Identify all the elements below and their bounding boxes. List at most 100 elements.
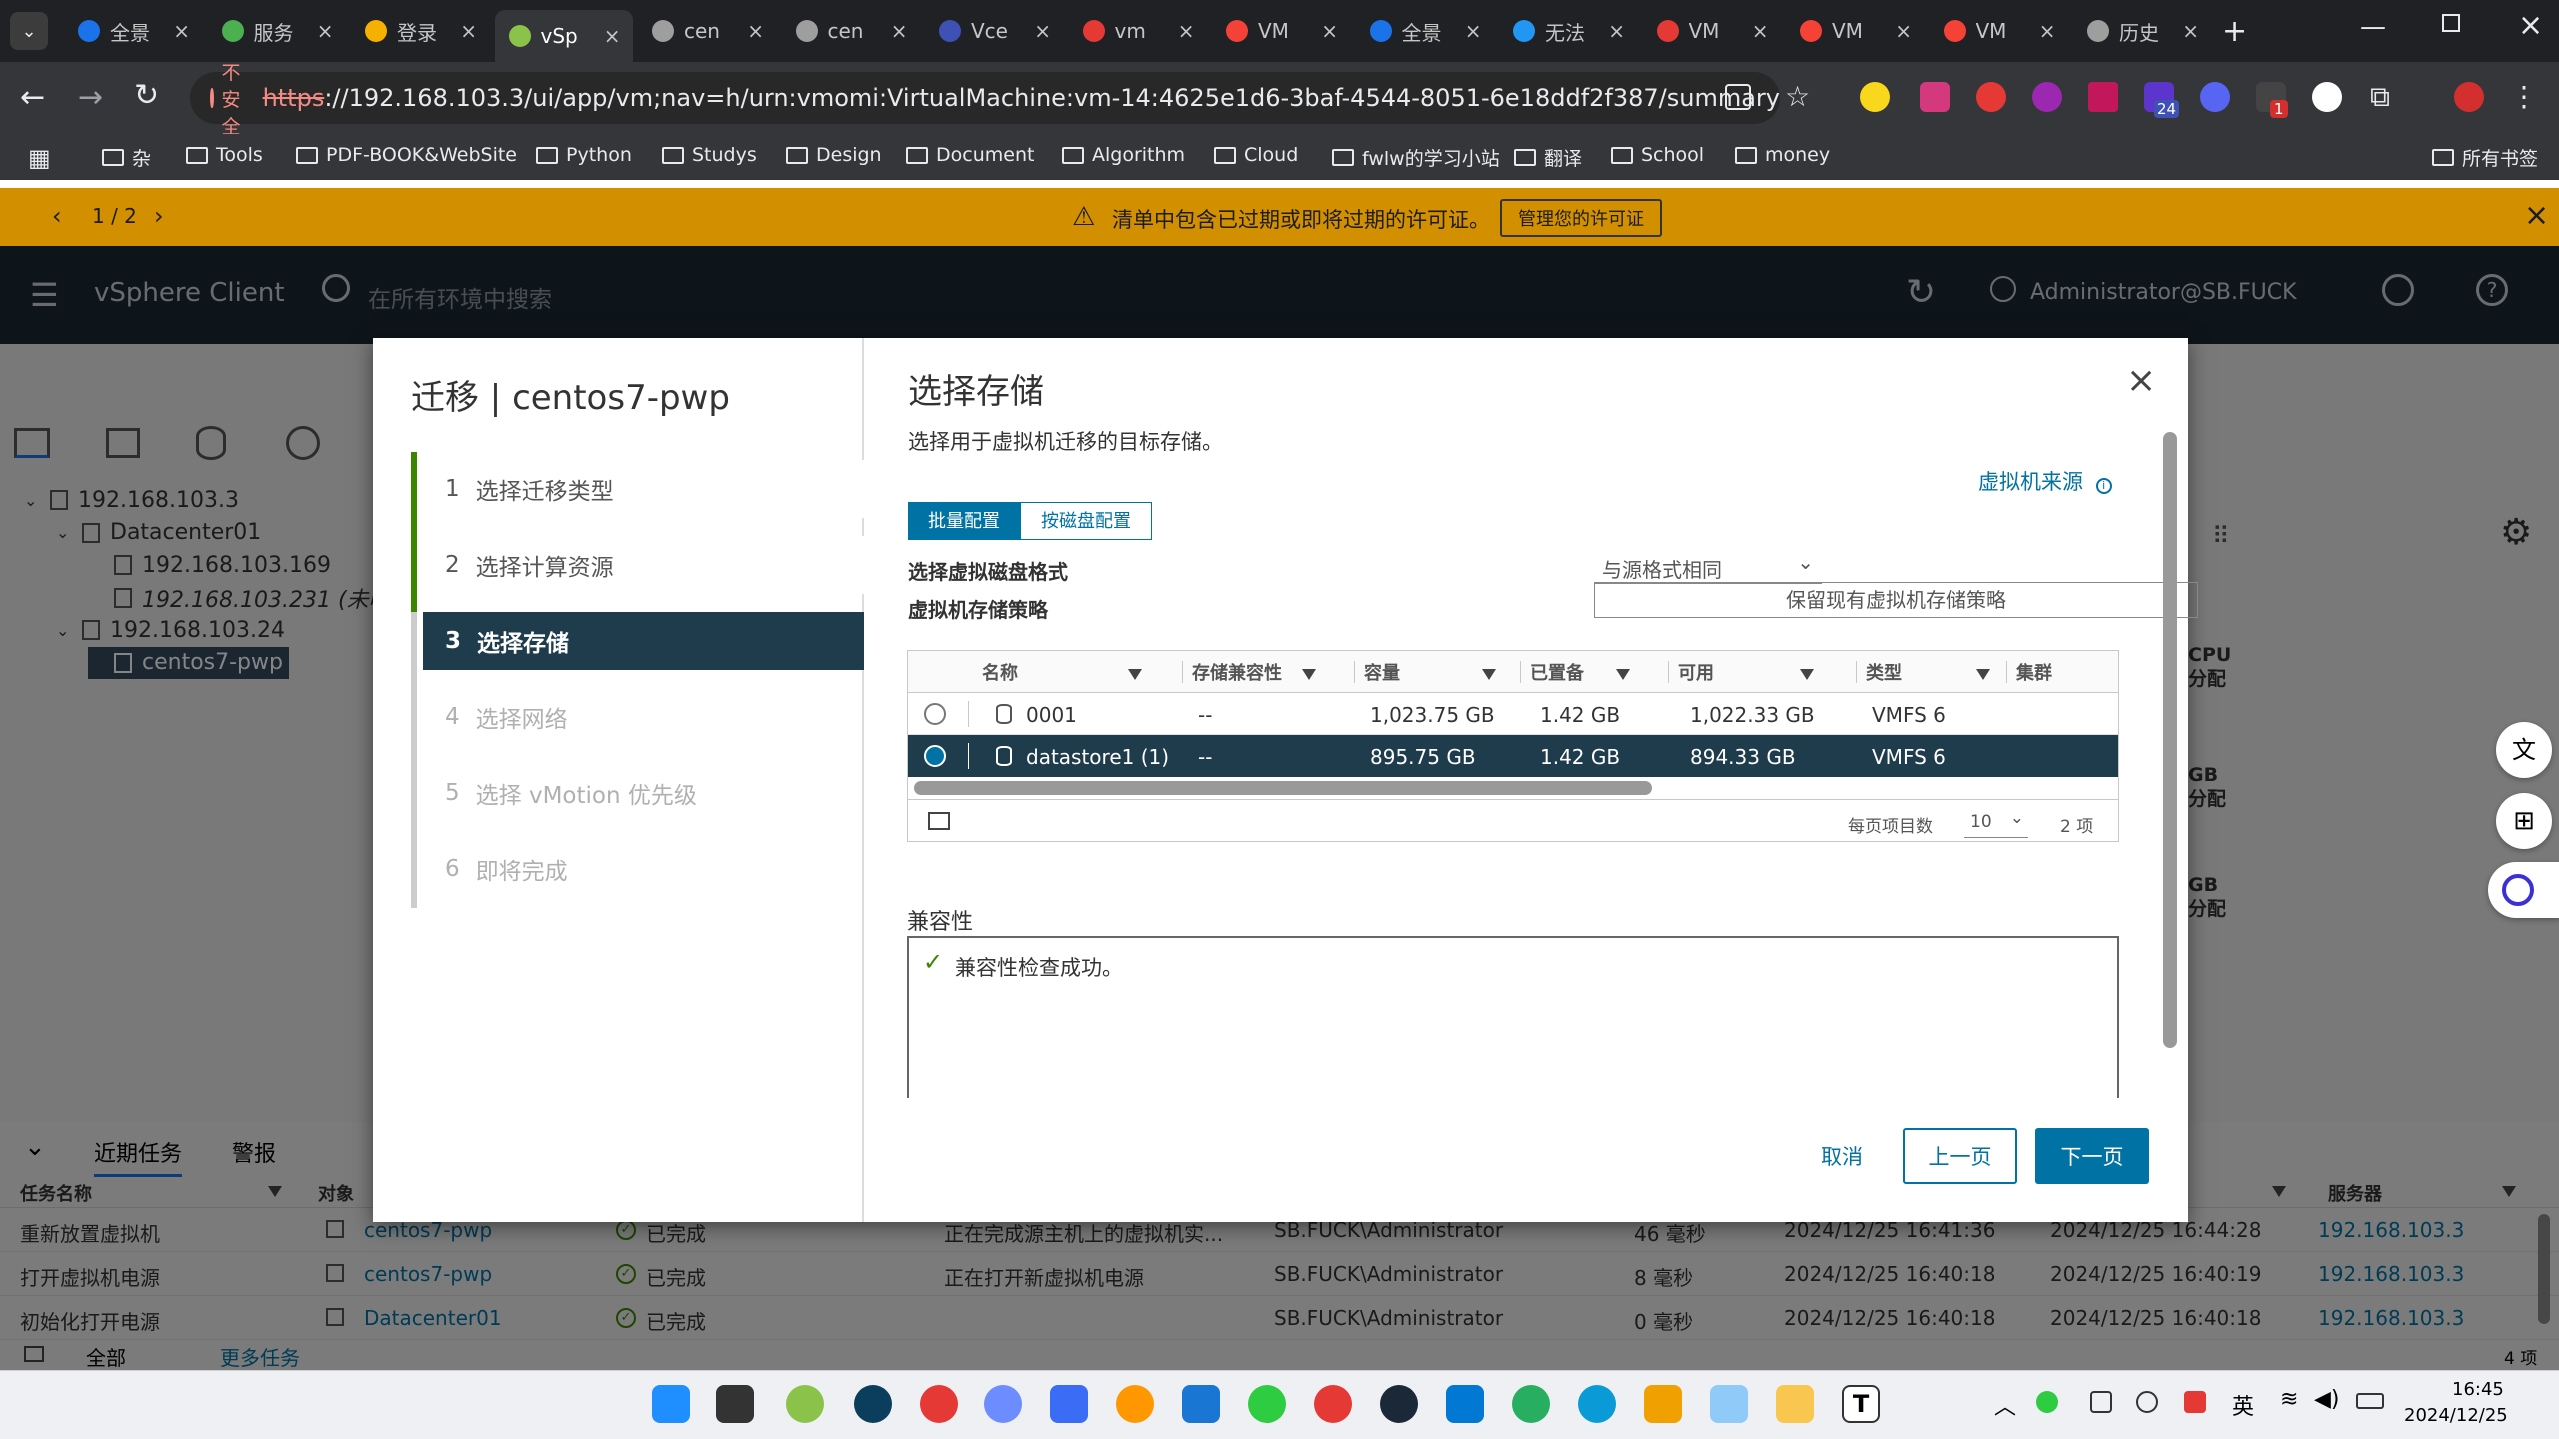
column-header[interactable]: 可用 — [1678, 651, 1822, 693]
column-separator[interactable] — [1354, 661, 1355, 683]
browser-tab[interactable]: vm × — [1069, 10, 1207, 52]
tab-close-icon[interactable]: × — [891, 19, 908, 43]
wechat-app-icon[interactable] — [1248, 1385, 1286, 1423]
tab-close-icon[interactable]: × — [2039, 19, 2056, 43]
translate-page-icon[interactable] — [1725, 84, 1751, 110]
floating-apps-button[interactable]: ⊞ — [2496, 793, 2552, 849]
compass-extension-icon[interactable] — [2312, 82, 2342, 112]
row-radio-button[interactable] — [924, 745, 946, 767]
tab-close-icon[interactable]: × — [1178, 19, 1195, 43]
new-tab-button[interactable]: + — [2222, 14, 2247, 49]
bookmark-folder[interactable]: Design — [786, 144, 882, 166]
restore-button[interactable] — [2442, 14, 2460, 32]
banner-next-icon[interactable]: › — [154, 202, 164, 230]
column-separator[interactable] — [1856, 661, 1857, 683]
translate-extension-icon[interactable] — [1920, 82, 1950, 112]
steam-app-icon[interactable] — [1380, 1385, 1418, 1423]
forward-icon[interactable]: → — [78, 80, 103, 115]
column-separator[interactable] — [1520, 661, 1521, 683]
bookmark-star-icon[interactable]: ☆ — [1785, 80, 1810, 113]
manage-license-button[interactable]: 管理您的许可证 — [1500, 199, 1662, 237]
column-header[interactable]: 容量 — [1364, 651, 1504, 693]
datastore-row[interactable]: datastore1 (1) -- 895.75 GB 1.42 GB 894.33 G… — [908, 735, 2118, 777]
clock-time[interactable]: 16:45 — [2452, 1379, 2504, 1400]
tab-close-icon[interactable]: × — [317, 19, 334, 43]
content-scrollbar[interactable] — [2163, 432, 2177, 1048]
bookmark-folder[interactable]: PDF-BOOK&WebSite — [296, 144, 517, 166]
browser-tab[interactable]: 全景 × — [64, 10, 202, 52]
bookmark-folder[interactable]: Document — [906, 144, 1034, 166]
battery-icon[interactable] — [2356, 1393, 2384, 1409]
wizard-step-2[interactable]: 2 选择计算资源 — [423, 536, 876, 594]
bookmark-folder[interactable]: Cloud — [1214, 144, 1298, 166]
apps-grid-icon[interactable]: ▦ — [28, 144, 51, 172]
tray-wechat-icon[interactable] — [2036, 1391, 2058, 1413]
tab-close-icon[interactable]: × — [604, 24, 621, 48]
purple-extension-icon[interactable] — [2032, 82, 2062, 112]
close-window-button[interactable]: × — [2518, 8, 2543, 43]
browser-tab[interactable]: vSp × — [494, 10, 633, 62]
storage-policy-select[interactable]: 保留现有虚拟机存储策略 ⌄ — [1594, 582, 2198, 618]
search-app-icon[interactable] — [1116, 1385, 1154, 1423]
browser-tab[interactable]: VM × — [1930, 10, 2068, 52]
bot-extension-icon[interactable] — [2200, 82, 2230, 112]
start-windows-icon[interactable] — [652, 1385, 690, 1423]
netease-music-app-icon[interactable] — [1314, 1385, 1352, 1423]
reload-icon[interactable]: ↻ — [134, 78, 159, 113]
clock-date[interactable]: 2024/12/25 — [2404, 1405, 2508, 1426]
copilot-app-icon[interactable] — [984, 1385, 1022, 1423]
tray-sync-icon[interactable] — [2136, 1391, 2158, 1413]
tray-chevron-up-icon[interactable]: ︿ — [1994, 1389, 2016, 1421]
browser-tab[interactable]: 服务 × — [208, 10, 346, 52]
next-button[interactable]: 下一页 — [2035, 1128, 2149, 1184]
filter-icon[interactable] — [1968, 663, 1990, 684]
browser-tab[interactable]: cen × — [782, 10, 920, 52]
tab-close-icon[interactable]: × — [2182, 19, 2199, 43]
vm-origin-link[interactable]: 虚拟机来源 i — [1978, 466, 2112, 496]
bookmark-folder[interactable]: Algorithm — [1062, 144, 1185, 166]
filter-icon[interactable] — [1294, 663, 1316, 684]
browser-tab[interactable]: Vce × — [925, 10, 1063, 52]
browser-tab[interactable]: 历史 × — [2073, 10, 2211, 52]
filter-icon[interactable] — [1120, 663, 1142, 684]
chat-app-icon[interactable] — [786, 1385, 824, 1423]
bookmark-folder[interactable]: money — [1735, 144, 1830, 166]
cancel-button[interactable]: 取消 — [1787, 1128, 1897, 1184]
tab-close-icon[interactable]: × — [1895, 19, 1912, 43]
wizard-step-1[interactable]: 1 选择迁移类型 — [423, 460, 876, 518]
tab-per-disk-config[interactable]: 按磁盘配置 — [1020, 502, 1152, 540]
tray-security-icon[interactable] — [2184, 1391, 2206, 1413]
omnibox[interactable]: 不安全 https ://192.168.103.3/ui/app/vm;nav… — [190, 62, 1810, 138]
wizard-step-3[interactable]: 3 选择存储 — [423, 612, 864, 670]
floating-translate-button[interactable]: 文 — [2496, 722, 2552, 778]
column-separator[interactable] — [2006, 661, 2007, 683]
puzzle-extensions-icon[interactable]: ⧉ — [2370, 80, 2390, 114]
row-radio-button[interactable] — [924, 703, 946, 725]
disk-format-select[interactable]: 与源格式相同 ⌄ — [1594, 548, 1822, 584]
menu-kebab-icon[interactable]: ⋮ — [2510, 80, 2538, 113]
floating-assistant-button[interactable] — [2488, 862, 2559, 918]
back-icon[interactable]: ← — [20, 80, 45, 115]
banner-close-icon[interactable]: × — [2524, 198, 2549, 233]
browser-tab[interactable]: 全景 × — [1356, 10, 1494, 52]
horizontal-scrollbar[interactable] — [914, 781, 1652, 795]
column-separator[interactable] — [1668, 661, 1669, 683]
minimize-button[interactable]: — — [2360, 12, 2386, 42]
tray-camera-icon[interactable] — [2090, 1391, 2112, 1413]
filter-icon[interactable] — [1608, 663, 1630, 684]
bookmark-folder[interactable]: Python — [536, 144, 632, 166]
dingtalk-app-icon[interactable] — [1182, 1385, 1220, 1423]
chart-app-icon[interactable] — [1710, 1385, 1748, 1423]
filter-icon[interactable] — [1792, 663, 1814, 684]
all-bookmarks-folder[interactable]: 所有书签 — [2432, 144, 2538, 171]
browser-tab[interactable]: cen × — [638, 10, 776, 52]
ime-indicator[interactable]: 英 — [2232, 1389, 2254, 1421]
column-separator[interactable] — [1182, 661, 1183, 683]
browser-tab[interactable]: 登录 × — [351, 10, 489, 52]
insecure-warning-icon[interactable] — [210, 88, 214, 108]
datastore-row[interactable]: 0001 -- 1,023.75 GB 1.42 GB 1,022.33 GB VMFS … — [908, 693, 2118, 735]
browser-tab[interactable]: 无法 × — [1499, 10, 1637, 52]
tab-close-icon[interactable]: × — [460, 19, 477, 43]
vscode-app-icon[interactable] — [1446, 1385, 1484, 1423]
chrome-app-icon[interactable] — [920, 1385, 958, 1423]
